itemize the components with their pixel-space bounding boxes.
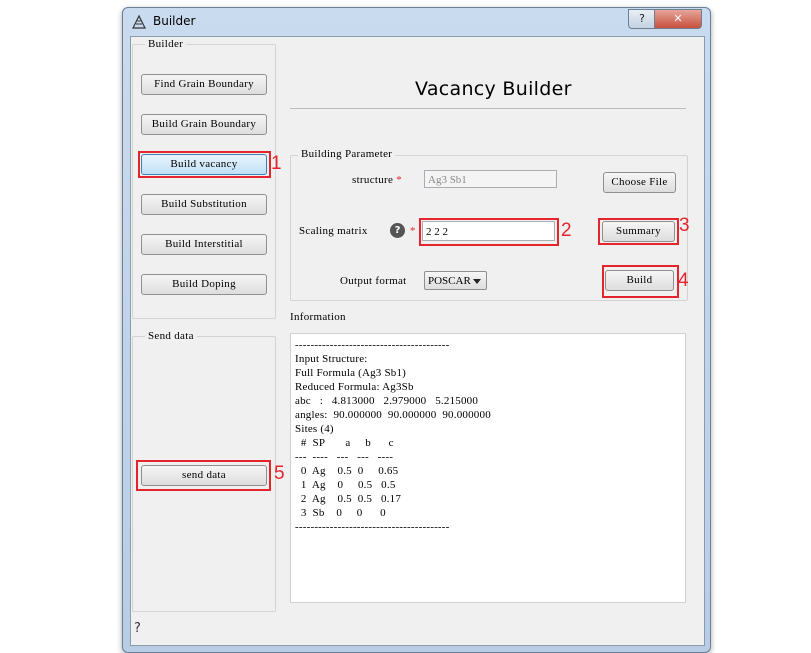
- annotation-box-4: [602, 265, 679, 298]
- scaling-matrix-label: Scaling matrix: [299, 225, 368, 237]
- structure-label: structure *: [352, 174, 402, 186]
- help-icon[interactable]: ?: [390, 223, 405, 238]
- output-format-select[interactable]: POSCAR: [424, 271, 487, 290]
- find-grain-boundary-button[interactable]: Find Grain Boundary: [141, 74, 267, 95]
- choose-file-button[interactable]: Choose File: [603, 172, 676, 193]
- chevron-down-icon: [473, 279, 481, 284]
- page-title: Vacancy Builder: [415, 78, 572, 100]
- information-panel[interactable]: ----------------------------------------…: [290, 333, 686, 603]
- annotation-number-5: 5: [274, 463, 285, 484]
- annotation-box-3: [598, 218, 679, 245]
- send-data-group-title: Send data: [145, 330, 197, 342]
- window-title: Builder: [153, 14, 196, 28]
- annotation-number-1: 1: [271, 153, 282, 174]
- title-bar[interactable]: Builder ? ✕: [123, 8, 710, 35]
- builder-group-title: Builder: [145, 38, 187, 50]
- structure-field[interactable]: Ag3 Sb1: [424, 170, 557, 188]
- app-icon: [132, 14, 146, 29]
- build-interstitial-button[interactable]: Build Interstitial: [141, 234, 267, 255]
- output-format-label: Output format: [340, 275, 407, 287]
- annotation-box-1: [138, 151, 271, 178]
- help-icon[interactable]: ?: [628, 9, 656, 29]
- build-substitution-button[interactable]: Build Substitution: [141, 194, 267, 215]
- building-parameter-title: Building Parameter: [298, 148, 396, 160]
- annotation-box-2: [419, 218, 559, 246]
- required-mark: *: [410, 225, 416, 237]
- information-label: Information: [290, 311, 346, 323]
- whats-this-icon[interactable]: ?: [134, 621, 141, 636]
- build-grain-boundary-button[interactable]: Build Grain Boundary: [141, 114, 267, 135]
- structure-label-text: structure: [352, 174, 394, 186]
- heading-divider: [290, 108, 686, 109]
- required-mark: *: [396, 174, 403, 186]
- information-text: ----------------------------------------…: [295, 339, 491, 533]
- build-doping-button[interactable]: Build Doping: [141, 274, 267, 295]
- annotation-number-2: 2: [561, 220, 572, 241]
- annotation-number-4: 4: [678, 270, 689, 291]
- annotation-box-5: [136, 460, 271, 491]
- annotation-number-3: 3: [679, 215, 690, 236]
- output-format-value: POSCAR: [428, 275, 471, 287]
- close-icon[interactable]: ✕: [654, 9, 702, 29]
